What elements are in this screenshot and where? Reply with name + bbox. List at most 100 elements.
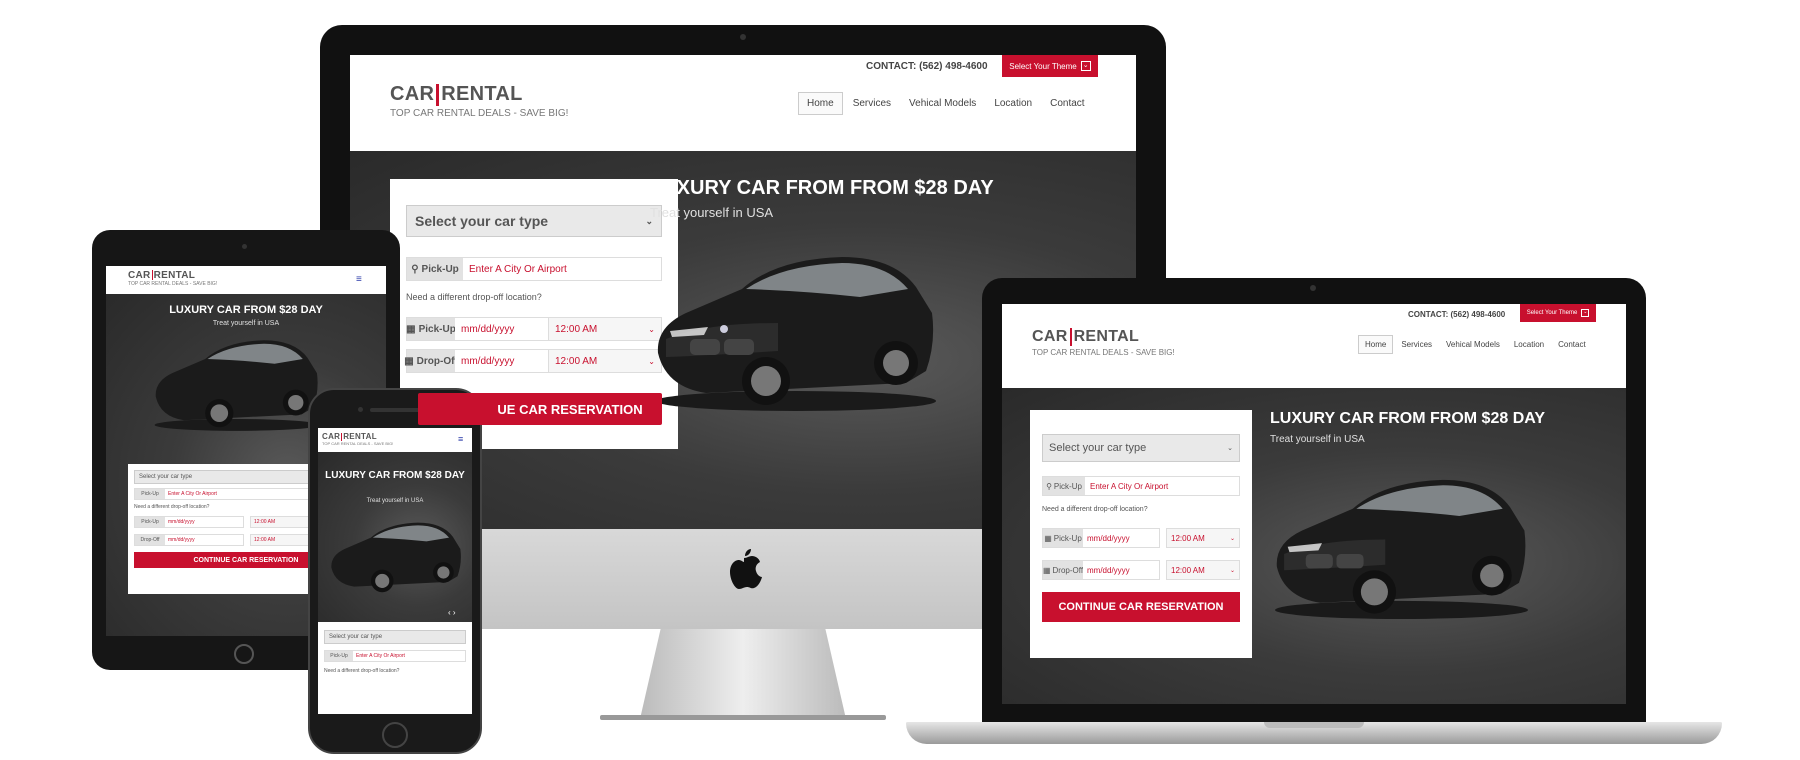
laptop-header: CAR RENTAL TOP CAR RENTAL DEALS - SAVE BI… xyxy=(1002,304,1626,388)
map-pin-icon: ⚲ xyxy=(1046,481,1052,491)
pickup-date-input[interactable]: mm/dd/yyyy xyxy=(455,318,561,340)
car-type-select[interactable]: Select your car type ⌄ xyxy=(406,205,662,237)
pickup-location-input[interactable]: Enter A City Or Airport xyxy=(463,258,661,280)
laptop-car-type-select[interactable]: Select your car type ⌄ xyxy=(1042,434,1240,462)
pickup-label-text: Pick-Up xyxy=(421,263,459,275)
nav-contact[interactable]: Contact xyxy=(1050,98,1084,109)
tablet-logo[interactable]: CAR RENTAL TOP CAR RENTAL DEALS - SAVE BI… xyxy=(128,270,217,287)
continue-reservation-label-imac: UE CAR RESERVATION xyxy=(497,401,643,417)
tablet-pickup-date-input[interactable]: mm/dd/yyyy xyxy=(165,517,243,527)
imac-stand xyxy=(640,629,846,719)
phone-different-dropoff[interactable]: Need a different drop-off location? xyxy=(324,668,399,674)
calendar-icon: ▦ xyxy=(1042,565,1051,575)
laptop-booking-form: Select your car type ⌄ ⚲ Pick-Up Enter A C… xyxy=(1030,410,1252,658)
dropoff-date-row: ▦ Drop-Off mm/dd/yyyy xyxy=(404,349,562,373)
laptop-different-dropoff[interactable]: Need a different drop-off location? xyxy=(1042,506,1148,513)
hamburger-menu-icon[interactable]: ≡ xyxy=(458,434,463,444)
laptop-dropoff-date-label: ▦ Drop-Off xyxy=(1043,561,1083,579)
laptop-select-theme-button[interactable]: Select Your Theme ⌄ xyxy=(1520,304,1596,322)
pickup-time-select[interactable]: 12:00 AM ⌄ xyxy=(548,317,662,341)
phone-hero-title: LUXURY CAR FROM $28 DAY xyxy=(325,470,465,481)
tablet-dropoff-date-input[interactable]: mm/dd/yyyy xyxy=(165,535,243,545)
tablet-hero-title: LUXURY CAR FROM $28 DAY xyxy=(169,304,323,316)
laptop-dropoff-date-input[interactable]: mm/dd/yyyy xyxy=(1083,561,1159,579)
calendar-icon: ▦ xyxy=(404,355,414,367)
hero-title: LUXURY CAR FROM FROM $28 DAY xyxy=(650,177,994,199)
laptop-dropoff-time[interactable]: 12:00 AM ⌄ xyxy=(1166,560,1240,580)
nav-location[interactable]: Location xyxy=(994,98,1032,109)
phone-home-button[interactable] xyxy=(382,722,408,748)
phone-logo-tagline: TOP CAR RENTAL DEALS - SAVE BIG! xyxy=(322,441,394,446)
phone-hero: LUXURY CAR FROM $28 DAY Treat yourself i… xyxy=(318,452,472,622)
tablet-logo-rental: RENTAL xyxy=(153,270,196,281)
different-dropoff-link[interactable]: Need a different drop-off location? xyxy=(406,292,542,302)
laptop-nav-services[interactable]: Services xyxy=(1401,340,1432,349)
phone-logo[interactable]: CAR RENTAL TOP CAR RENTAL DEALS - SAVE BI… xyxy=(322,432,393,446)
chevron-down-icon: ⌄ xyxy=(1229,535,1235,542)
laptop-nav-home[interactable]: Home xyxy=(1358,334,1394,354)
pickup-date-label: ▦ Pick-Up xyxy=(406,318,456,340)
laptop-nav-location[interactable]: Location xyxy=(1514,340,1544,349)
phone-pickup-label: Pick-Up xyxy=(325,651,353,661)
laptop-pickup-label: ⚲ Pick-Up xyxy=(1043,477,1085,495)
tablet-different-dropoff[interactable]: Need a different drop-off location? xyxy=(134,504,209,510)
logo-car: CAR xyxy=(390,83,435,105)
hamburger-menu-icon[interactable]: ≡ xyxy=(356,274,362,285)
continue-reservation-button-imac[interactable]: UE CAR RESERVATION xyxy=(418,393,662,425)
laptop-continue-button[interactable]: CONTINUE CAR RESERVATION xyxy=(1042,592,1240,622)
chevron-down-icon: ⌄ xyxy=(1227,445,1233,452)
laptop-pickup-row: ⚲ Pick-Up Enter A City Or Airport xyxy=(1042,476,1240,496)
phone-hero-subtitle: Treat yourself in USA xyxy=(366,498,424,504)
phone-logo-rental: RENTAL xyxy=(343,432,377,441)
laptop-pickup-date-label-text: Pick-Up xyxy=(1053,533,1082,543)
laptop-pickup-time-value: 12:00 AM xyxy=(1171,533,1205,543)
car-image xyxy=(646,243,936,413)
nav-home[interactable]: Home xyxy=(798,91,843,115)
slider-arrows-icon[interactable]: ‹ › xyxy=(448,608,456,617)
imac-stand-base xyxy=(600,715,886,720)
theme-button-label: Select Your Theme xyxy=(1009,61,1077,71)
laptop-nav-contact[interactable]: Contact xyxy=(1558,340,1586,349)
chevron-down-icon: ⌄ xyxy=(1229,567,1235,574)
tablet-logo-car: CAR xyxy=(128,270,151,281)
contact-phone: CONTACT: (562) 498-4600 xyxy=(866,61,988,72)
tablet-home-button[interactable] xyxy=(234,644,254,664)
nav-vehical-models[interactable]: Vehical Models xyxy=(909,98,976,109)
laptop-logo-tagline: TOP CAR RENTAL DEALS - SAVE BIG! xyxy=(1032,348,1175,358)
tablet-dropoff-date-label: Drop-Off xyxy=(135,535,165,545)
laptop-nav-vehical-models[interactable]: Vehical Models xyxy=(1446,340,1500,349)
phone-pickup-input[interactable]: Enter A City Or Airport xyxy=(353,651,465,661)
laptop-pickup-date-input[interactable]: mm/dd/yyyy xyxy=(1083,529,1159,547)
laptop-car-type-placeholder: Select your car type xyxy=(1049,442,1147,454)
imac-camera xyxy=(740,34,746,40)
phone-device: CAR RENTAL TOP CAR RENTAL DEALS - SAVE BI… xyxy=(308,388,482,754)
laptop-website: CAR RENTAL TOP CAR RENTAL DEALS - SAVE BI… xyxy=(1002,304,1626,704)
dropoff-time-select[interactable]: 12:00 AM ⌄ xyxy=(548,349,662,373)
laptop-pickup-date-label: ▦ Pick-Up xyxy=(1043,529,1083,547)
phone-speaker xyxy=(370,408,420,412)
tablet-hero-subtitle: Treat yourself in USA xyxy=(212,320,280,327)
calendar-icon: ▦ xyxy=(406,323,416,335)
laptop-car-image xyxy=(1266,464,1528,624)
tablet-car-type-placeholder: Select your car type xyxy=(139,474,193,480)
laptop-dropoff-label-text: Drop-Off xyxy=(1052,565,1084,575)
laptop-main-nav: Home Services Vehical Models Location Co… xyxy=(1358,334,1586,354)
nav-services[interactable]: Services xyxy=(853,98,891,109)
laptop-logo[interactable]: CAR RENTAL TOP CAR RENTAL DEALS - SAVE BI… xyxy=(1032,328,1175,357)
phone-logo-car: CAR xyxy=(322,432,341,441)
logo-tagline: TOP CAR RENTAL DEALS - SAVE BIG! xyxy=(390,108,569,119)
logo[interactable]: CAR RENTAL TOP CAR RENTAL DEALS - SAVE BI… xyxy=(390,83,568,119)
laptop-logo-rental: RENTAL xyxy=(1073,328,1140,346)
laptop-contact-phone: CONTACT: (562) 498-4600 xyxy=(1408,310,1506,319)
tablet-camera xyxy=(242,244,247,249)
laptop-pickup-time[interactable]: 12:00 AM ⌄ xyxy=(1166,528,1240,548)
tablet-dropoff-date-row: Drop-Off mm/dd/yyyy xyxy=(134,534,244,546)
laptop-hero-subtitle: Treat yourself in USA xyxy=(1270,434,1365,445)
dropoff-date-input[interactable]: mm/dd/yyyy xyxy=(455,350,561,372)
chevron-down-icon: ⌄ xyxy=(1581,309,1590,317)
pickup-date-row: ▦ Pick-Up mm/dd/yyyy xyxy=(406,317,562,341)
dropoff-label-text: Drop-Off xyxy=(416,355,458,367)
select-theme-button[interactable]: Select Your Theme ⌄ xyxy=(1002,55,1098,77)
phone-car-type-select[interactable]: Select your car type xyxy=(324,630,466,644)
laptop-pickup-input[interactable]: Enter A City Or Airport xyxy=(1085,477,1239,495)
